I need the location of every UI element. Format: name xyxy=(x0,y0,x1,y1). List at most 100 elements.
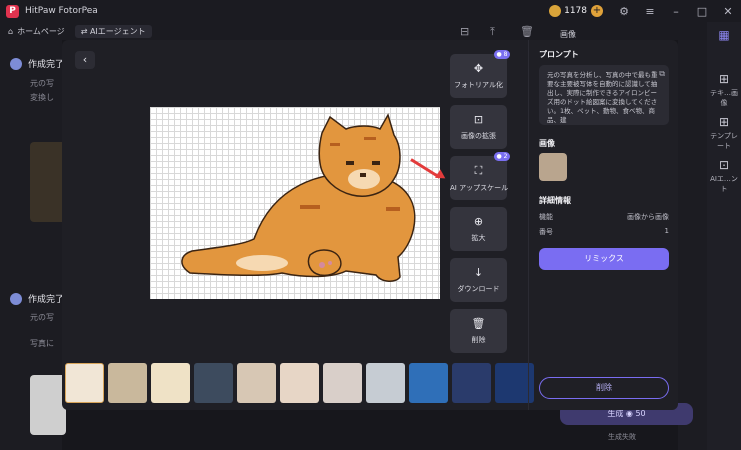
side-nav-label: テキ…画像 xyxy=(710,89,738,107)
credit-badge-count: 8 xyxy=(503,51,508,58)
menu-icon[interactable]: ≡ xyxy=(637,5,663,18)
tab-ai-agent[interactable]: ⇄ AIエージェント xyxy=(74,24,152,38)
prompt-heading: プロンプト xyxy=(539,50,579,59)
delete-image-button[interactable]: 🗑 削除 xyxy=(450,309,507,353)
thumbnail[interactable] xyxy=(366,363,405,403)
detail-key: 番号 xyxy=(539,228,553,236)
thumbnail[interactable] xyxy=(409,363,448,403)
right-panel-label: 画像 xyxy=(560,30,576,39)
minimize-button[interactable]: – xyxy=(663,5,689,18)
credit-badge: ● 2 xyxy=(494,152,510,161)
download-icon: ↓ xyxy=(473,266,484,279)
image-heading: 画像 xyxy=(539,139,555,148)
thumbnail[interactable] xyxy=(108,363,147,403)
title-bar: P HitPaw FotorPea 1178 + ⚙ ≡ – □ ✕ xyxy=(0,0,741,22)
prompt-text: 元の写真を分析し、写真の中で最も重要な主要被写体を自動的に認識して抽出し、実際に… xyxy=(547,71,658,124)
zoom-button[interactable]: ⊕ 拡大 xyxy=(450,207,507,251)
move-icon: ✥ xyxy=(473,62,484,75)
thumbnail[interactable] xyxy=(194,363,233,403)
add-coins-button[interactable]: + xyxy=(591,5,603,17)
app-logo-icon: P xyxy=(6,4,19,18)
copy-icon[interactable]: ⧉ xyxy=(659,69,665,78)
swap-icon: ⇄ xyxy=(80,26,90,36)
history-item[interactable]: 作成完了 xyxy=(10,57,64,70)
detail-value: 1 xyxy=(664,227,669,235)
action-label: フォトリアル化 xyxy=(454,81,503,89)
home-link[interactable]: ⌂ ホームページ xyxy=(8,26,65,37)
trash-icon: 🗑 xyxy=(471,317,486,330)
history-text: 元の写 xyxy=(30,79,54,88)
history-title: 作成完了 xyxy=(28,60,65,70)
folder-icon[interactable]: ⊟ xyxy=(460,25,469,38)
thumbnail[interactable] xyxy=(151,363,190,403)
detail-value: 画像から画像 xyxy=(627,213,669,221)
history-thumbnail[interactable] xyxy=(30,375,66,435)
agent-icon: ⊡ xyxy=(718,158,730,172)
detail-key: 機能 xyxy=(539,213,553,221)
history-text: 写真に xyxy=(30,339,54,348)
coin-icon xyxy=(549,5,562,17)
expand-image-button[interactable]: ⊡ 画像の拡張 xyxy=(450,105,507,149)
detail-row: 番号 1 xyxy=(539,227,669,237)
image-icon: ▦ xyxy=(718,28,730,42)
avatar xyxy=(10,57,22,70)
remix-button[interactable]: リミックス xyxy=(539,248,669,270)
side-nav-label: AIエ…ント xyxy=(710,175,738,193)
pixel-art-image xyxy=(150,107,440,299)
title-bar-controls: 1178 + ⚙ ≡ – □ ✕ xyxy=(549,0,741,22)
side-nav-item[interactable]: ⊡ AIエ…ント xyxy=(707,158,741,194)
action-label: ダウンロード xyxy=(457,285,500,293)
credit-badge: ● 8 xyxy=(494,50,510,59)
history-title: 作成完了 xyxy=(28,295,65,305)
back-button[interactable]: ‹ xyxy=(75,51,95,69)
thumbnail[interactable] xyxy=(280,363,319,403)
maximize-button[interactable]: □ xyxy=(689,5,715,18)
upload-icon[interactable]: ⤒ xyxy=(490,25,495,39)
action-label: 削除 xyxy=(471,336,486,344)
coin-count: 1178 xyxy=(564,6,587,16)
home-label: ホームページ xyxy=(17,26,65,36)
generate-cost: 50 xyxy=(635,409,646,418)
ai-upscale-button[interactable]: ⛶ AI アップスケール ● 2 xyxy=(450,152,510,200)
upscale-icon: ⛶ xyxy=(474,164,483,177)
thumbnail[interactable] xyxy=(65,363,104,403)
action-label: 拡大 xyxy=(471,234,486,242)
thumbnail[interactable] xyxy=(452,363,491,403)
action-label: 画像の拡張 xyxy=(461,132,496,140)
avatar xyxy=(10,292,22,305)
details-heading: 詳細情報 xyxy=(539,196,571,205)
expand-icon: ⊡ xyxy=(473,113,484,126)
tab-ai-agent-label: AIエージェント xyxy=(89,26,146,36)
app-title: HitPaw FotorPea xyxy=(25,6,98,16)
coin-icon: ◉ xyxy=(625,409,633,418)
download-button[interactable]: ↓ ダウンロード xyxy=(450,258,507,302)
photorealize-button[interactable]: ✥ フォトリアル化 ● 8 xyxy=(450,50,510,98)
side-nav-label: テンプレート xyxy=(710,132,738,150)
credit-badge-count: 2 xyxy=(503,153,508,160)
thumbnail[interactable] xyxy=(323,363,362,403)
delete-button[interactable]: 削除 xyxy=(539,377,669,399)
image-preview-modal: ‹ ✥ フォトリアル化 ● 8 ⊡ 画像の拡張 ⛶ AI アップスケール ● 2… xyxy=(62,40,678,410)
toolbar: ⌂ ホームページ ⇄ AIエージェント ⊟ ⤒ 🗑 xyxy=(0,22,741,40)
history-thumbnail[interactable] xyxy=(30,142,66,222)
zoom-icon: ⊕ xyxy=(473,215,484,228)
history-item[interactable]: 作成完了 xyxy=(10,292,64,305)
history-text: 元の写 xyxy=(30,313,54,322)
side-nav-home[interactable]: ▦ xyxy=(707,28,741,44)
action-label: AI アップスケール xyxy=(450,184,509,192)
history-text: 変換し xyxy=(30,93,54,102)
source-image-thumbnail[interactable] xyxy=(539,153,567,181)
side-nav-item[interactable]: ⊞ テンプレート xyxy=(707,115,741,151)
close-button[interactable]: ✕ xyxy=(715,5,741,18)
thumbnail[interactable] xyxy=(237,363,276,403)
generate-label: 生成 xyxy=(607,409,624,418)
details-panel: プロンプト ⧉ 元の写真を分析し、写真の中で最も重要な主要被写体を自動的に認識し… xyxy=(528,40,678,410)
grid-icon: ⊞ xyxy=(718,72,730,86)
trash-icon[interactable]: 🗑 xyxy=(520,25,534,38)
settings-icon[interactable]: ⚙ xyxy=(611,5,637,18)
pixel-cat-illustration xyxy=(181,113,416,282)
detail-row: 機能 画像から画像 xyxy=(539,212,669,222)
side-nav-item[interactable]: ⊞ テキ…画像 xyxy=(707,72,741,108)
template-icon: ⊞ xyxy=(718,115,730,129)
thumbnail-strip xyxy=(65,363,534,403)
